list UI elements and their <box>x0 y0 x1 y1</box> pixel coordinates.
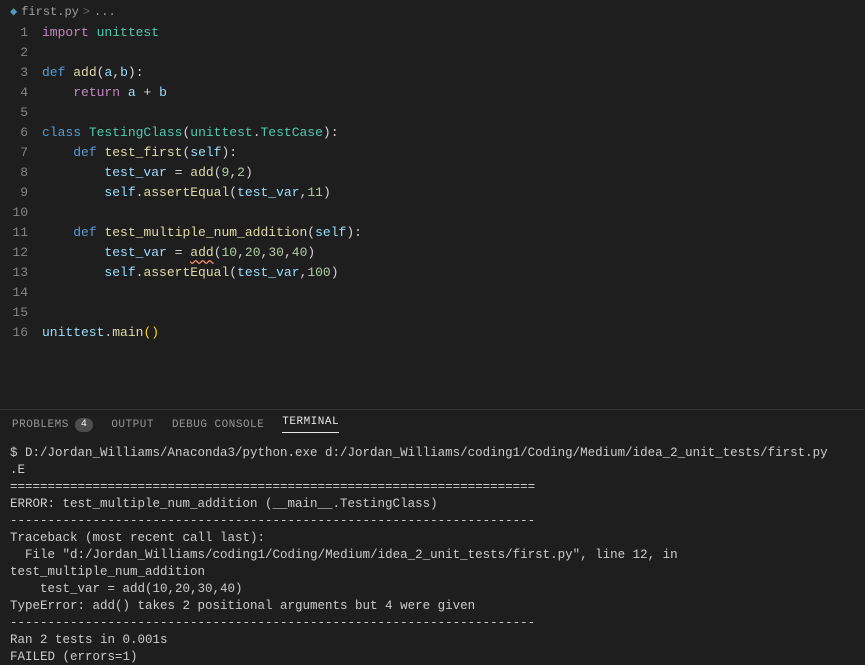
code-line[interactable]: def test_multiple_num_addition(self): <box>42 223 865 243</box>
code-area[interactable]: import unittest def add(a,b): return a + … <box>42 23 865 409</box>
line-number: 13 <box>2 263 28 283</box>
line-number: 14 <box>2 283 28 303</box>
code-line[interactable]: self.assertEqual(test_var,100) <box>42 263 865 283</box>
breadcrumb-file[interactable]: first.py <box>21 5 79 19</box>
code-line[interactable] <box>42 283 865 303</box>
breadcrumb: ◆ first.py > ... <box>0 0 865 23</box>
line-number: 7 <box>2 143 28 163</box>
line-number: 6 <box>2 123 28 143</box>
tab-problems-label: PROBLEMS <box>12 419 69 431</box>
code-line[interactable]: def add(a,b): <box>42 63 865 83</box>
tab-debug-console[interactable]: DEBUG CONSOLE <box>172 419 264 431</box>
tab-terminal[interactable]: TERMINAL <box>282 416 339 433</box>
tab-problems[interactable]: PROBLEMS 4 <box>12 418 93 432</box>
code-line[interactable]: test_var = add(10,20,30,40) <box>42 243 865 263</box>
terminal-line: FAILED (errors=1) <box>10 649 855 665</box>
code-line[interactable]: class TestingClass(unittest.TestCase): <box>42 123 865 143</box>
code-line[interactable] <box>42 203 865 223</box>
terminal-line: ----------------------------------------… <box>10 615 855 632</box>
problems-count-badge: 4 <box>75 418 94 432</box>
python-file-icon: ◆ <box>10 4 17 19</box>
tab-output-label: OUTPUT <box>111 419 154 431</box>
terminal-line: TypeError: add() takes 2 positional argu… <box>10 598 855 615</box>
tab-debug-label: DEBUG CONSOLE <box>172 419 264 431</box>
line-number: 12 <box>2 243 28 263</box>
line-number: 16 <box>2 323 28 343</box>
terminal-line: .E <box>10 462 855 479</box>
breadcrumb-trail[interactable]: ... <box>94 5 116 19</box>
terminal-output[interactable]: $ D:/Jordan_Williams/Anaconda3/python.ex… <box>0 439 865 665</box>
code-line[interactable]: unittest.main() <box>42 323 865 343</box>
terminal-line: $ D:/Jordan_Williams/Anaconda3/python.ex… <box>10 445 855 462</box>
code-line[interactable]: def test_first(self): <box>42 143 865 163</box>
bottom-panel: PROBLEMS 4 OUTPUT DEBUG CONSOLE TERMINAL… <box>0 409 865 665</box>
code-line[interactable] <box>42 103 865 123</box>
tab-output[interactable]: OUTPUT <box>111 419 154 431</box>
tab-terminal-label: TERMINAL <box>282 416 339 428</box>
line-number: 8 <box>2 163 28 183</box>
panel-tabs: PROBLEMS 4 OUTPUT DEBUG CONSOLE TERMINAL <box>0 410 865 439</box>
breadcrumb-separator: > <box>83 5 90 19</box>
terminal-line: Ran 2 tests in 0.001s <box>10 632 855 649</box>
line-number: 15 <box>2 303 28 323</box>
line-number: 4 <box>2 83 28 103</box>
terminal-line: ----------------------------------------… <box>10 513 855 530</box>
line-number: 1 <box>2 23 28 43</box>
terminal-line: File "d:/Jordan_Williams/coding1/Coding/… <box>10 547 855 581</box>
code-line[interactable]: self.assertEqual(test_var,11) <box>42 183 865 203</box>
terminal-line: ERROR: test_multiple_num_addition (__mai… <box>10 496 855 513</box>
line-number: 9 <box>2 183 28 203</box>
line-number: 10 <box>2 203 28 223</box>
terminal-line: ========================================… <box>10 479 855 496</box>
code-line[interactable] <box>42 303 865 323</box>
line-number: 5 <box>2 103 28 123</box>
code-line[interactable]: test_var = add(9,2) <box>42 163 865 183</box>
line-number: 3 <box>2 63 28 83</box>
terminal-line: Traceback (most recent call last): <box>10 530 855 547</box>
code-line[interactable] <box>42 43 865 63</box>
terminal-line: test_var = add(10,20,30,40) <box>10 581 855 598</box>
line-number: 2 <box>2 43 28 63</box>
code-line[interactable]: return a + b <box>42 83 865 103</box>
editor[interactable]: 12345678910111213141516 import unittestd… <box>0 23 865 409</box>
line-number-gutter: 12345678910111213141516 <box>2 23 42 409</box>
code-line[interactable]: import unittest <box>42 23 865 43</box>
line-number: 11 <box>2 223 28 243</box>
